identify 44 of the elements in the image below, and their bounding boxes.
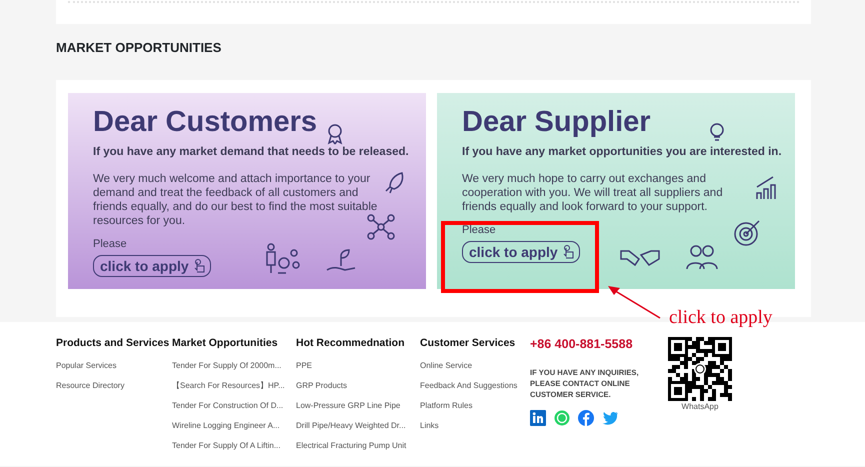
apply-button[interactable]: click to apply bbox=[462, 241, 580, 263]
medal-icon bbox=[326, 123, 344, 145]
annotation-label: click to apply bbox=[669, 307, 772, 329]
column-heading: Hot Recommednation bbox=[296, 337, 406, 350]
footer-link[interactable]: 【Search For Resources】HP... bbox=[172, 381, 296, 391]
column-heading: Market Opportunities bbox=[172, 337, 279, 350]
facebook-icon[interactable] bbox=[578, 410, 594, 426]
prompt-text: Please bbox=[462, 223, 496, 238]
footer-link[interactable]: Wireline Logging Engineer A... bbox=[172, 421, 296, 431]
two-people-icon bbox=[684, 243, 720, 271]
footer-link[interactable]: PPE bbox=[296, 361, 420, 371]
banner-subtitle: If you have any market demand that needs to be released. bbox=[93, 145, 409, 159]
footer-link[interactable]: Tender For Construction Of D... bbox=[172, 401, 296, 411]
qr-code bbox=[668, 337, 732, 401]
footer-link[interactable]: GRP Products bbox=[296, 381, 420, 391]
footer-link[interactable]: Low-Pressure GRP Line Pipe bbox=[296, 401, 420, 411]
target-icon bbox=[733, 219, 761, 247]
footer-link[interactable]: Feedback And Suggestions bbox=[420, 381, 530, 391]
footer-link[interactable]: Electrical Fracturing Pump Unit bbox=[296, 441, 420, 451]
section-title: MARKET OPPORTUNITIES bbox=[56, 39, 222, 57]
prompt-text: Please bbox=[93, 237, 127, 252]
footer-link[interactable]: Platform Rules bbox=[420, 401, 530, 411]
people-network-icon bbox=[365, 213, 397, 241]
footer-link[interactable]: Online Service bbox=[420, 361, 530, 371]
bird-icon[interactable] bbox=[602, 410, 618, 426]
column-heading: Customer Services bbox=[420, 337, 516, 350]
banner-subtitle: If you have any market opportunities you are interested in. bbox=[462, 145, 782, 159]
footer-link[interactable]: Popular Services bbox=[56, 361, 172, 371]
column-heading: Products and Services bbox=[56, 337, 170, 350]
banner-description: We very much welcome and attach importance to your demand and treat the feedback of all customers and friends equally, and do our best to find the most suitable resources for you. bbox=[93, 172, 378, 228]
apply-button[interactable]: click to apply bbox=[93, 255, 211, 277]
footer-link[interactable]: Tender For Supply Of A Liftin... bbox=[172, 441, 296, 451]
linkedin-icon[interactable] bbox=[530, 410, 546, 426]
annotation-arrow bbox=[606, 284, 662, 320]
qr-caption: WhatsApp bbox=[680, 401, 720, 413]
bar-chart-icon bbox=[755, 175, 777, 201]
footer-link[interactable]: Tender For Supply Of 2000m... bbox=[172, 361, 296, 371]
footer-link[interactable]: Drill Pipe/Heavy Weighted Dr... bbox=[296, 421, 420, 431]
phone-number: +86 400-881-5588 bbox=[530, 337, 634, 351]
banner-description: We very much hope to carry out exchanges and cooperation with you. We will treat all suppliers and friends equally and look forward to your support. bbox=[462, 172, 724, 214]
footer-link[interactable]: Resource Directory bbox=[56, 381, 172, 391]
footer-link[interactable]: Links bbox=[420, 421, 530, 431]
banner-title: Dear Customers bbox=[93, 105, 318, 139]
banner-title: Dear Supplier bbox=[462, 105, 651, 139]
